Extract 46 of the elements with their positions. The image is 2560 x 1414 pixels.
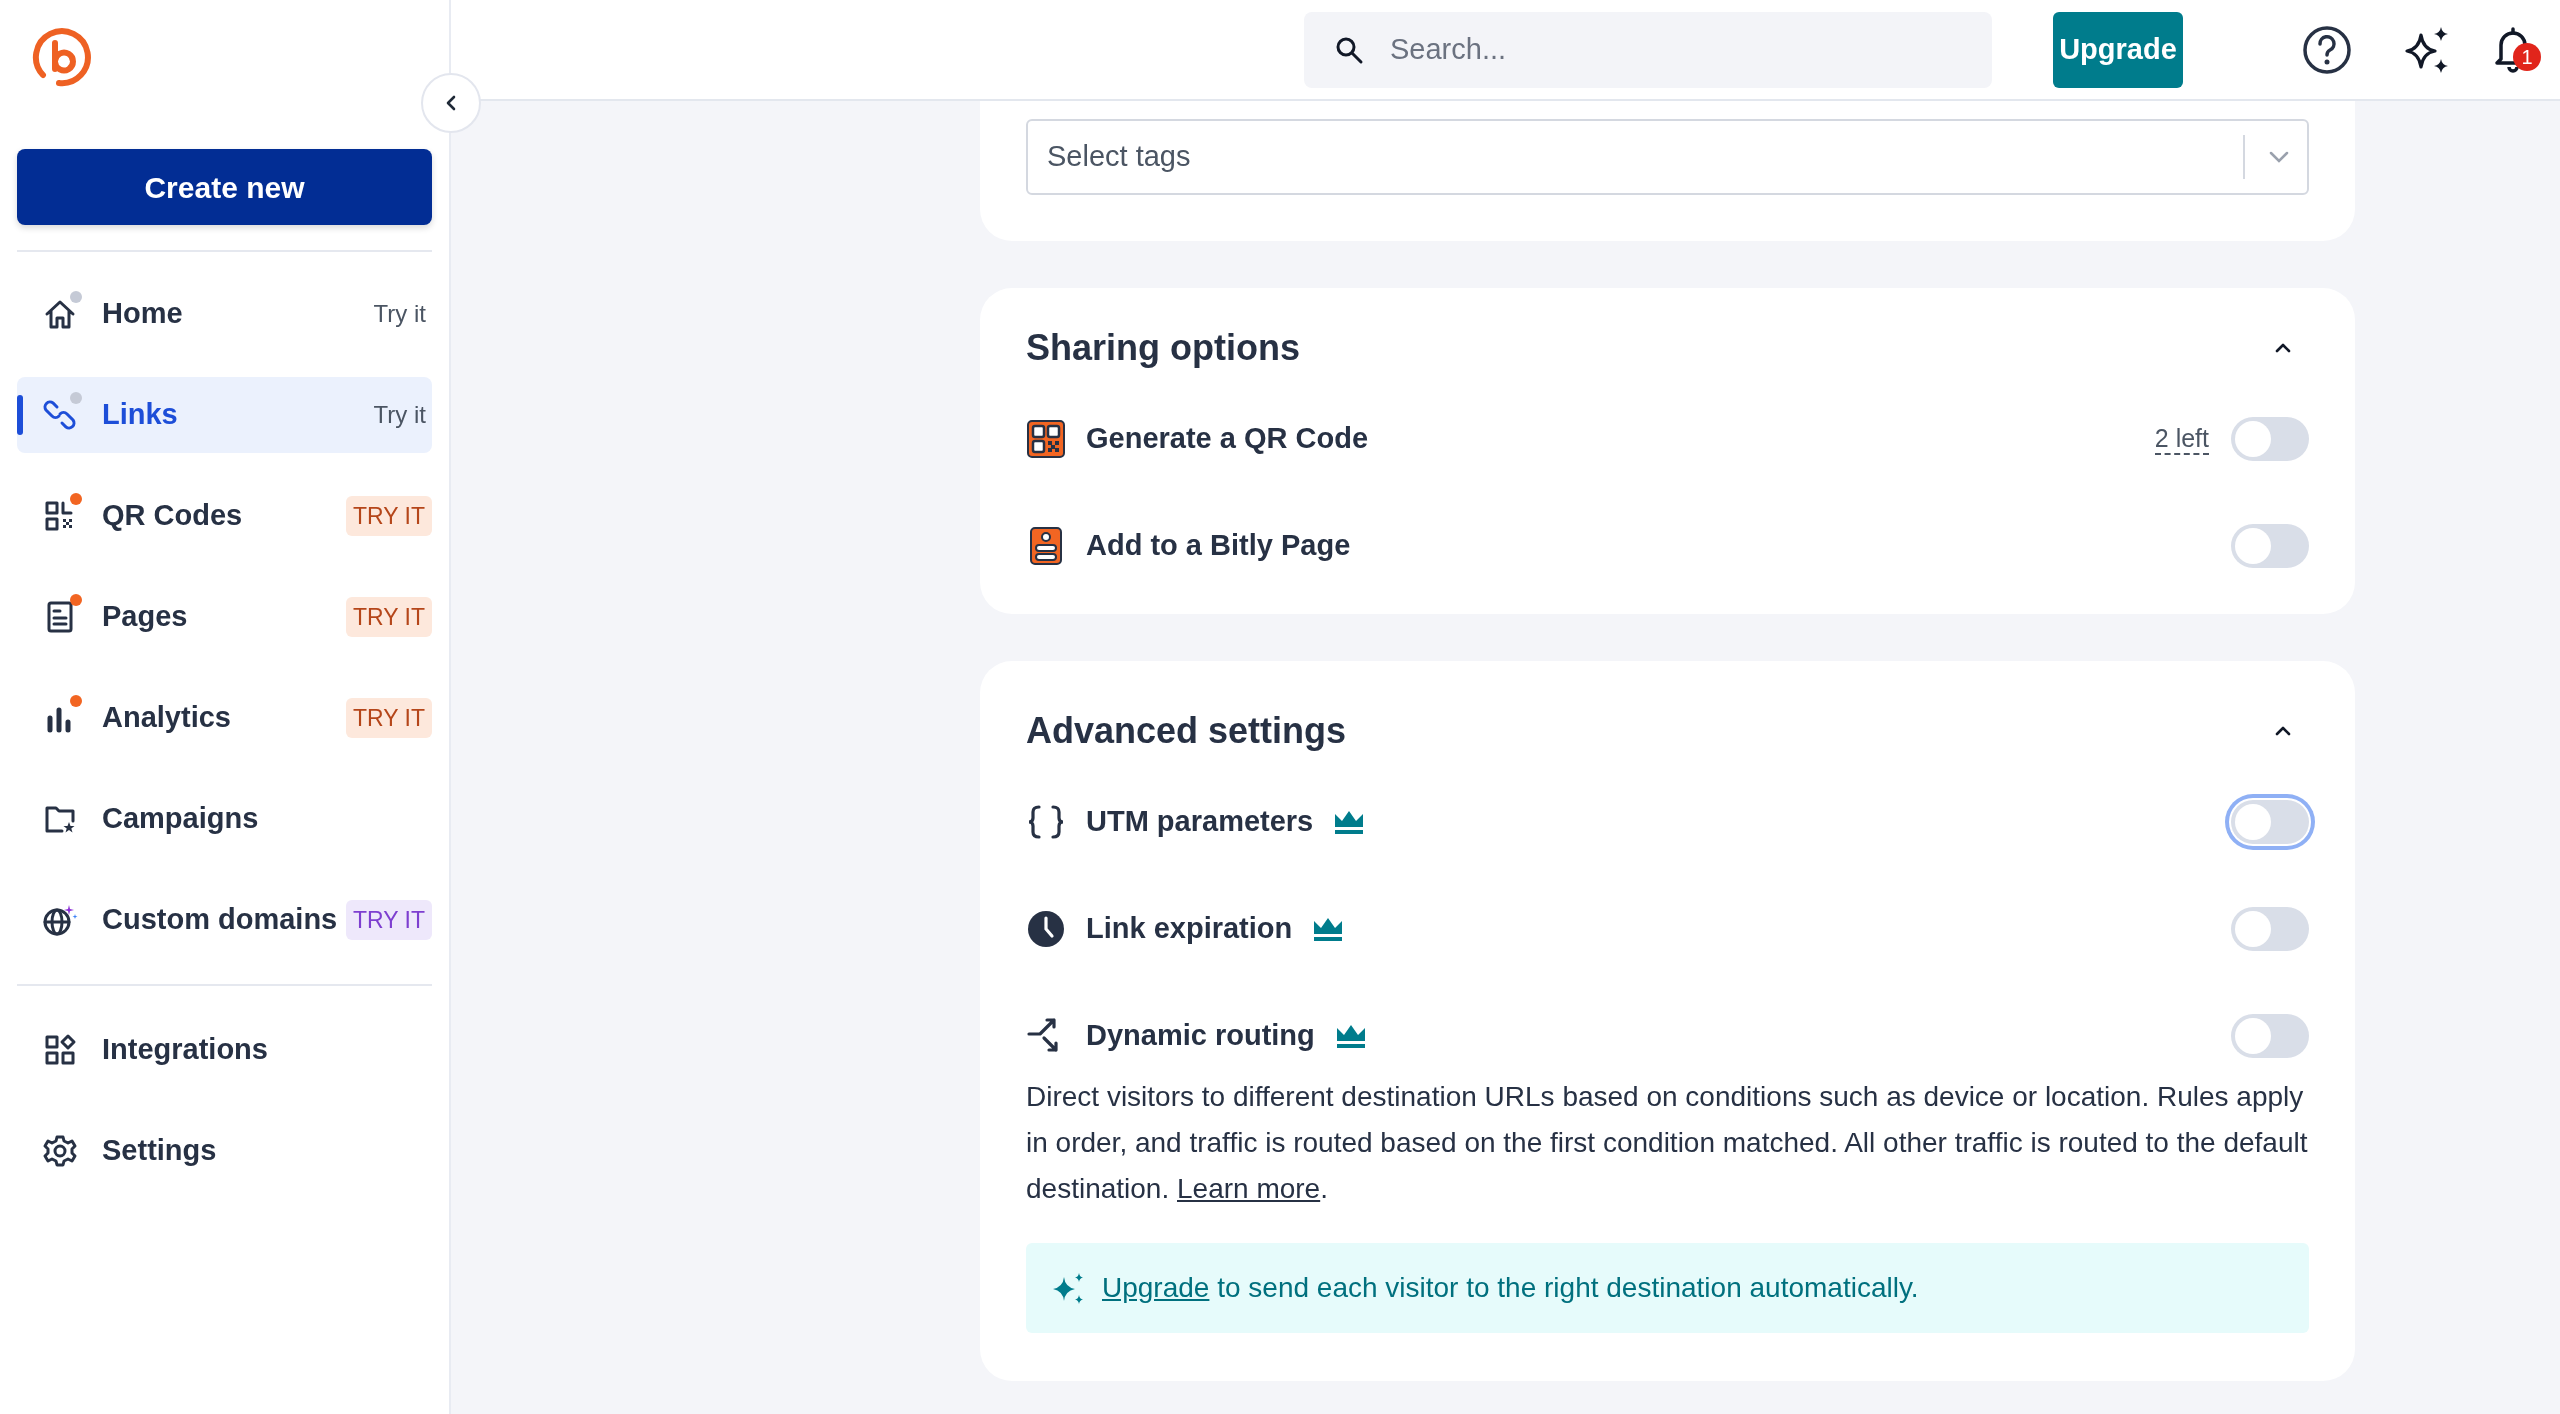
selection-indicator: [17, 395, 23, 435]
select-placeholder: Select tags: [1047, 139, 1192, 175]
learn-more-link[interactable]: Learn more: [1177, 1173, 1321, 1204]
nav-label: Custom domains: [102, 902, 339, 938]
try-it-badge: TRY IT: [346, 496, 432, 536]
upgrade-button[interactable]: Upgrade: [2053, 11, 2183, 88]
try-it-label: Try it: [373, 299, 427, 329]
section-title: Sharing options: [1026, 326, 1300, 370]
qr-code-icon: [1026, 419, 1066, 459]
option-label: Generate a QR Code: [1086, 421, 1369, 457]
create-new-button[interactable]: Create new: [17, 149, 432, 225]
nav-label: Settings: [102, 1133, 218, 1169]
option-label: Dynamic routing: [1086, 1018, 1315, 1054]
try-it-badge: TRY IT: [346, 597, 432, 637]
toggle-switch[interactable]: [2231, 417, 2309, 461]
try-it-badge: TRY IT: [346, 698, 432, 738]
nav-label: Links: [102, 397, 179, 433]
collapse-sidebar-button[interactable]: [421, 73, 481, 133]
nav-label: Campaigns: [102, 801, 260, 837]
curly-braces-icon: [1026, 802, 1066, 842]
toggle-switch[interactable]: [2231, 524, 2309, 568]
nav-label: Home: [102, 296, 184, 332]
upgrade-message: Upgrade to send each visitor to the right destination automatically.: [1102, 1271, 1919, 1305]
tags-select[interactable]: Select tags: [1026, 119, 2309, 195]
section-title: Advanced settings: [1026, 709, 1347, 753]
remaining-count: 2 left: [2154, 423, 2209, 455]
try-it-badge: TRY IT: [346, 900, 432, 940]
nav-label: Pages: [102, 599, 189, 635]
option-label: Link expiration: [1086, 911, 1293, 947]
clock-icon: [1026, 909, 1066, 949]
notification-count: 1: [2513, 42, 2541, 71]
description-text: Direct visitors to different destination URLs based on conditions such as device or location. Rules apply in order, and traffic is routed based on the first condition matched. All other traffic is routed to the default destination. Learn more.: [1026, 1080, 2309, 1206]
option-label: Add to a Bitly Page: [1086, 528, 1351, 564]
gear-icon: [42, 1133, 78, 1169]
try-it-label: Try it: [373, 400, 427, 430]
upgrade-link[interactable]: Upgrade: [1102, 1272, 1210, 1303]
toggle-switch[interactable]: [2231, 1014, 2309, 1058]
help-icon[interactable]: [2302, 24, 2352, 75]
nav-label: QR Codes: [102, 498, 244, 534]
sidebar-nav-item[interactable]: Links Try it: [17, 377, 432, 453]
search-field[interactable]: Search...: [1304, 11, 1992, 88]
option-label: UTM parameters: [1086, 804, 1314, 840]
nav-label: Integrations: [102, 1032, 269, 1068]
toggle-switch[interactable]: [2231, 907, 2309, 951]
notifications-button[interactable]: 1: [2491, 24, 2541, 75]
nav-label: Analytics: [102, 700, 232, 736]
